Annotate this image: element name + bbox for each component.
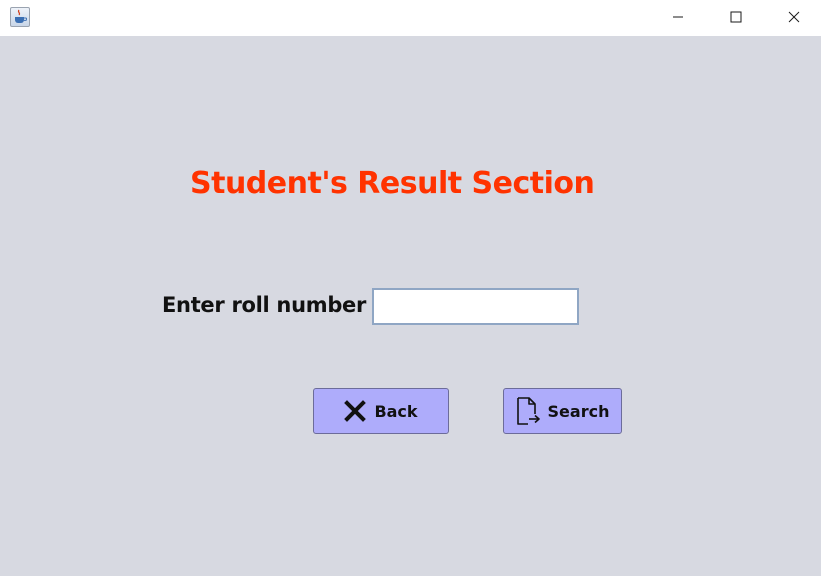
java-cup-icon[interactable] bbox=[10, 7, 30, 27]
search-button[interactable]: Search bbox=[503, 388, 622, 434]
maximize-icon bbox=[730, 11, 742, 23]
search-button-label: Search bbox=[547, 401, 610, 421]
page-title: Student's Result Section bbox=[190, 166, 595, 201]
x-icon bbox=[344, 400, 367, 422]
title-bar[interactable] bbox=[0, 0, 821, 36]
roll-number-label: Enter roll number bbox=[162, 293, 367, 317]
minimize-icon bbox=[673, 16, 683, 18]
minimize-button[interactable] bbox=[655, 0, 701, 34]
application-window: Student's Result Section Enter roll numb… bbox=[0, 0, 821, 576]
maximize-button[interactable] bbox=[713, 0, 759, 34]
back-button[interactable]: Back bbox=[313, 388, 449, 434]
roll-number-input[interactable] bbox=[372, 288, 579, 325]
close-icon bbox=[788, 11, 800, 23]
close-button[interactable] bbox=[771, 0, 817, 34]
form-panel: Student's Result Section Enter roll numb… bbox=[0, 36, 821, 576]
back-button-label: Back bbox=[374, 401, 418, 421]
document-export-icon bbox=[516, 397, 540, 425]
